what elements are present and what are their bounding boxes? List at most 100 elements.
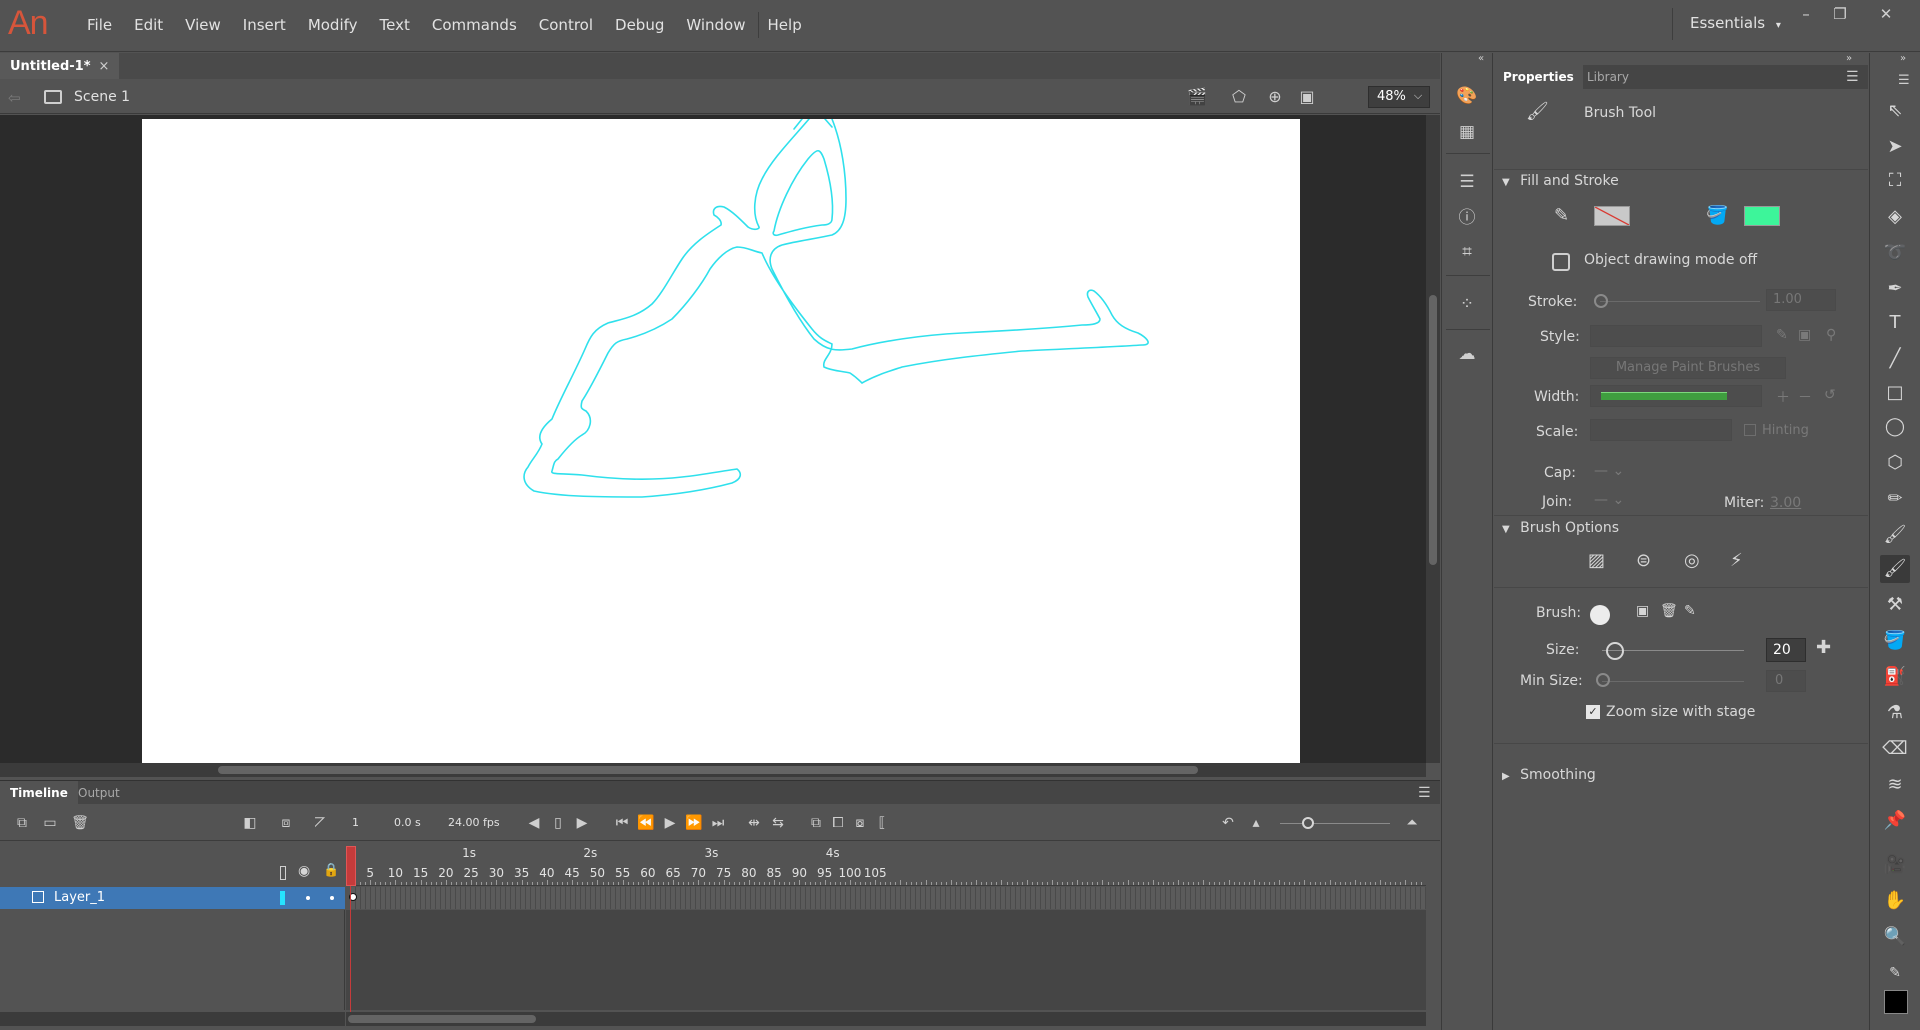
scale-dropdown[interactable] (1590, 419, 1732, 441)
polystar-tool-icon[interactable]: ⬡ (1880, 449, 1910, 477)
menu-modify[interactable]: Modify (297, 14, 369, 36)
close-tab-icon[interactable]: × (99, 59, 110, 74)
object-drawing-icon[interactable] (1552, 253, 1570, 271)
center-frame-icon[interactable]: ⇆ (768, 814, 788, 832)
hinting-checkbox[interactable] (1744, 424, 1756, 436)
stroke-color-tool-icon[interactable]: ✎ (1880, 959, 1910, 987)
cap-dropdown[interactable]: — ⌄ (1594, 463, 1624, 479)
eraser-tool-icon[interactable]: ⌫ (1880, 735, 1910, 763)
large-frames-icon[interactable]: ⏶ (1402, 814, 1422, 832)
add-width-icon[interactable]: ＋ (1776, 387, 1790, 407)
last-frame-icon[interactable]: ⏭ (708, 814, 728, 832)
next-keyframe-icon[interactable]: ▶ (572, 814, 592, 832)
tab-output[interactable]: Output (68, 781, 130, 805)
edit-symbol-icon[interactable]: ⬠ (1228, 87, 1250, 107)
paint-brush-tool-icon[interactable]: 🖌 (1880, 521, 1910, 549)
3d-rotation-tool-icon[interactable]: ◈ (1880, 203, 1910, 231)
layer-horizontal-scrollbar[interactable] (0, 1012, 345, 1026)
lock-icon[interactable]: 🔒 (323, 863, 339, 878)
lasso-tool-icon[interactable]: ➰ (1880, 239, 1910, 267)
join-dropdown[interactable]: — ⌄ (1594, 492, 1624, 508)
smoothing-header[interactable]: ▶ Smoothing (1502, 767, 1596, 783)
stage-vertical-scrollbar[interactable] (1426, 115, 1440, 763)
pen-tool-icon[interactable]: ✒ (1880, 275, 1910, 303)
modify-markers-icon[interactable]: ⟦ (872, 814, 892, 832)
document-tab[interactable]: Untitled-1* × (0, 53, 120, 79)
zoom-dropdown-icon[interactable]: ⌵ (1406, 86, 1430, 108)
lock-fill-icon[interactable]: ▨ (1588, 550, 1605, 571)
center-stage-icon[interactable]: ⊕ (1264, 87, 1286, 107)
step-forward-icon[interactable]: ⏩ (684, 814, 704, 832)
brush-shape-icon[interactable] (1590, 605, 1610, 625)
zoom-tool-icon[interactable]: 🔍 (1880, 923, 1910, 951)
layer-color-swatch[interactable] (280, 891, 285, 905)
minimize-button[interactable]: – (1792, 4, 1820, 24)
brush-options-header[interactable]: ▼ Brush Options (1502, 520, 1619, 536)
timeline-panel-menu-icon[interactable]: ☰ (1418, 785, 1431, 801)
color-palette-icon[interactable]: 🎨 (1454, 85, 1480, 107)
menu-debug[interactable]: Debug (604, 14, 675, 36)
outline-toggle-icon[interactable] (280, 866, 286, 880)
stage-horizontal-scrollbar[interactable] (0, 763, 1426, 777)
info-icon[interactable]: ⓘ (1454, 207, 1480, 229)
brush-mode-icon[interactable]: ⊜ (1636, 550, 1651, 571)
new-layer-icon[interactable]: ⧉ (12, 814, 32, 832)
camera-icon[interactable]: ◧ (240, 814, 260, 832)
oval-tool-icon[interactable]: ◯ (1880, 413, 1910, 441)
frame-rate[interactable]: 24.00 fps (448, 816, 500, 829)
swatches-icon[interactable]: ▦ (1454, 121, 1480, 143)
creative-cloud-icon[interactable]: ☁ (1454, 343, 1480, 365)
fill-color-swatch[interactable] (1744, 206, 1780, 226)
menu-edit[interactable]: Edit (123, 14, 174, 36)
text-tool-icon[interactable]: T (1880, 309, 1910, 337)
timeline-zoom-knob[interactable] (1302, 817, 1314, 829)
expand-tools-icon[interactable]: » (1900, 53, 1906, 64)
fill-color-tool-swatch[interactable] (1884, 990, 1908, 1014)
rectangle-tool-icon[interactable]: □ (1880, 379, 1910, 407)
width-tool-icon[interactable]: ≋ (1880, 771, 1910, 799)
eye-icon[interactable]: ◉ (298, 863, 310, 879)
step-back-icon[interactable]: ⏪ (636, 814, 656, 832)
selection-tool-icon[interactable]: ⇖ (1880, 97, 1910, 125)
edit-scene-icon[interactable]: 🎬 (1186, 87, 1208, 107)
restore-button[interactable]: ❐ (1826, 4, 1854, 24)
properties-menu-icon[interactable]: ☰ (1846, 69, 1859, 85)
size-slider-knob[interactable] (1606, 642, 1625, 660)
paint-brush-options-icon[interactable]: ⚲ (1826, 327, 1836, 343)
layer-parenting-icon[interactable]: ⧈ (276, 814, 296, 832)
play-icon[interactable]: ▶ (660, 814, 680, 832)
miter-value[interactable]: 3.00 (1770, 495, 1801, 511)
current-frame[interactable]: 1 (352, 816, 359, 829)
menu-control[interactable]: Control (528, 14, 604, 36)
stroke-value[interactable]: 1.00 (1766, 289, 1836, 311)
zoom-size-checkbox[interactable]: ✓ (1586, 705, 1600, 719)
style-dropdown[interactable] (1590, 325, 1762, 347)
timeline-horizontal-scroll-thumb[interactable] (348, 1015, 536, 1023)
remove-width-icon[interactable]: － (1798, 387, 1812, 407)
edit-multiple-frames-icon[interactable]: ⧇ (850, 814, 870, 832)
expand-panels-icon[interactable]: » (1846, 53, 1852, 64)
elapsed-time[interactable]: 0.0 s (394, 816, 421, 829)
small-frames-icon[interactable]: ▴ (1246, 814, 1266, 832)
undo-icon[interactable]: ↶ (1218, 814, 1238, 832)
onion-skin-outlines-icon[interactable]: ⧠ (828, 814, 848, 832)
layer-visible-dot[interactable] (306, 896, 310, 900)
insert-keyframe-icon[interactable]: ▯ (548, 814, 568, 832)
stroke-slider-track[interactable] (1600, 301, 1760, 302)
ink-bottle-tool-icon[interactable]: ⛽ (1880, 663, 1910, 691)
tilt-icon[interactable]: ⚡ (1730, 550, 1743, 571)
stroke-color-swatch[interactable] (1594, 206, 1630, 226)
size-input[interactable]: 20 (1766, 638, 1806, 662)
layer-lock-dot[interactable] (330, 896, 334, 900)
close-window-button[interactable]: ✕ (1872, 4, 1900, 24)
width-dropdown[interactable] (1590, 385, 1762, 407)
workspace-switcher[interactable]: Essentials ▾ (1690, 14, 1781, 32)
fill-stroke-header[interactable]: ▼ Fill and Stroke (1502, 173, 1619, 189)
menu-window[interactable]: Window (675, 14, 756, 36)
stroke-slider-knob[interactable] (1594, 294, 1608, 308)
menu-text[interactable]: Text (369, 14, 421, 36)
stage-horizontal-scroll-thumb[interactable] (218, 766, 1198, 774)
camera-tool-icon[interactable]: 🎥 (1880, 851, 1910, 879)
timeline-zoom-track[interactable] (1280, 823, 1390, 824)
stage-canvas[interactable] (142, 119, 1300, 763)
